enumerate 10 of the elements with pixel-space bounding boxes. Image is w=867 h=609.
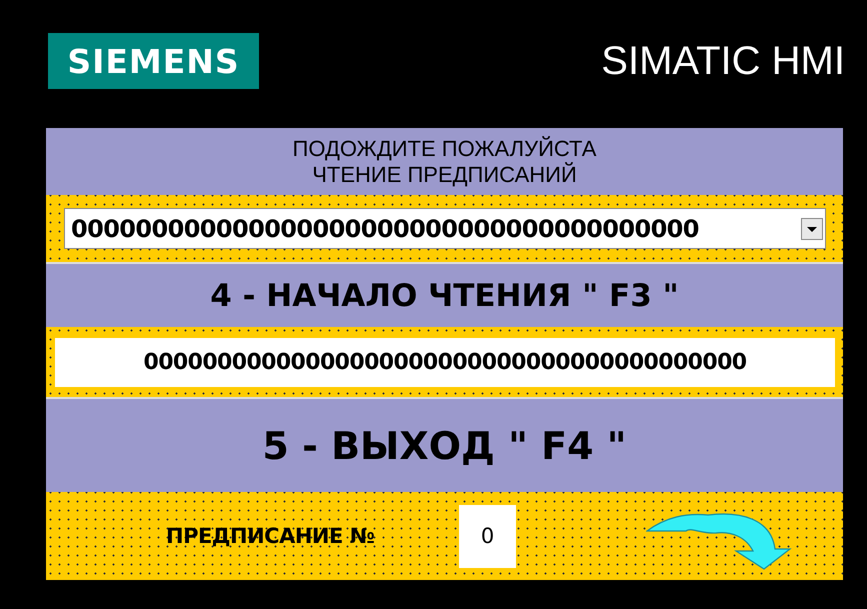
output-field: 00000000000000000000000000000000000000000: [55, 338, 835, 386]
start-reading-button[interactable]: 4 - НАЧАЛО ЧТЕНИЯ " F3 ": [46, 262, 843, 327]
logo: SIEMENS: [48, 33, 259, 89]
dropdown-icon[interactable]: [801, 218, 823, 240]
exit-button[interactable]: 5 - ВЫХОД " F4 ": [46, 397, 843, 492]
message-banner: ПОДОЖДИТЕ ПОЖАЛУЙСТА ЧТЕНИЕ ПРЕДПИСАНИЙ: [46, 128, 843, 195]
product-title: SIMATIC HMI: [601, 38, 845, 84]
prescription-number-field[interactable]: 0: [459, 504, 516, 568]
prescription-label: ПРЕДПИСАНИЕ №: [166, 524, 376, 548]
dropdown-field[interactable]: 000000000000000000000000000000000000000: [64, 208, 826, 249]
